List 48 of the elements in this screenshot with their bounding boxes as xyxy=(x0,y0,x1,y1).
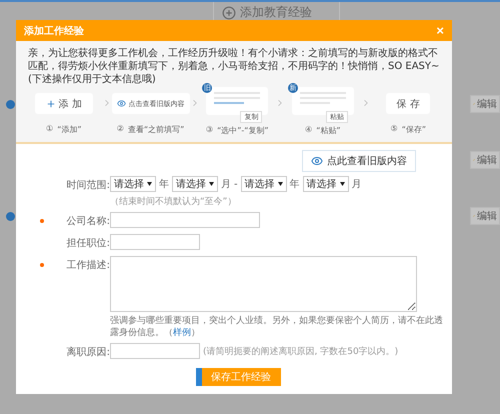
step-caption: “添加” xyxy=(57,124,82,135)
plus-icon xyxy=(46,98,56,108)
field-label: 公司名称: xyxy=(66,215,110,228)
edit-button[interactable]: 编辑 xyxy=(470,95,500,113)
step-number: ② xyxy=(116,124,124,135)
unit-label: 年 xyxy=(159,178,169,191)
add-step-button[interactable]: 添 加 xyxy=(34,93,93,114)
field-label: 担任职位: xyxy=(66,237,110,250)
view-old-button[interactable]: 点此查看旧版内容 xyxy=(302,150,416,172)
field-note: (请简明扼要的阐述离职原因, 字数在50字以内。) xyxy=(203,346,398,358)
field-label: 离职原因: xyxy=(66,346,110,359)
eye-icon xyxy=(311,155,323,167)
example-link[interactable]: 样例 xyxy=(173,328,191,338)
step-caption: 查看“之前填写” xyxy=(128,124,184,135)
step-caption: “选中”-“复制” xyxy=(217,125,269,136)
step-number: ① xyxy=(46,124,54,135)
input-field[interactable] xyxy=(110,234,200,250)
edit-button[interactable]: 编辑 xyxy=(470,207,500,225)
intro-text: 亲，为让您获得更多工作机会，工作经历升级啦！有个小请求：之前填写的与新改版的格式不匹配，得劳烦小伙伴重新填写下，别着急，小马哥给支招，不用码字的！快悄悄，SO EASY~(下述操作仅用于文本信息哦) xyxy=(28,47,440,85)
caret-icon xyxy=(209,182,214,186)
step-number: ④ xyxy=(305,125,312,136)
caret-icon xyxy=(147,182,152,186)
unit-label: - xyxy=(234,178,238,190)
step-number: ③ xyxy=(206,125,214,136)
caret-icon xyxy=(278,182,283,186)
select-dropdown[interactable]: 请选择 xyxy=(110,176,156,192)
unit-label: 月 xyxy=(352,178,362,191)
field-label: 时间范围: xyxy=(66,178,110,192)
hint-text: 强调参与哪些重要项目，突出个人业绩。另外，如果您要保密个人简历，请不在此透露身份信息。（样例） xyxy=(110,315,444,339)
caret-icon xyxy=(340,182,345,186)
input-field[interactable] xyxy=(110,212,260,228)
plus-icon xyxy=(222,6,236,20)
edit-button[interactable]: 编辑 xyxy=(470,151,500,169)
select-dropdown[interactable]: 请选择 xyxy=(302,176,349,192)
date-note: （结束时间不填默认为“至今”） xyxy=(110,196,236,208)
step-number: ⑤ xyxy=(390,124,398,135)
dialog-title: 添加工作经验 xyxy=(24,24,84,38)
step-caption: “粘贴” xyxy=(316,125,340,136)
select-dropdown[interactable]: 请选择 xyxy=(172,176,218,192)
step-caption: “保存” xyxy=(402,124,426,135)
field-label: 工作描述: xyxy=(66,258,110,272)
unit-label: 月 xyxy=(221,178,231,191)
eye-icon xyxy=(116,99,126,108)
save-step-button[interactable]: 保 存 xyxy=(386,93,430,114)
unit-label: 年 xyxy=(290,178,300,191)
description-field[interactable] xyxy=(110,256,417,312)
input-field[interactable] xyxy=(110,343,200,359)
select-dropdown[interactable]: 请选择 xyxy=(240,176,287,192)
